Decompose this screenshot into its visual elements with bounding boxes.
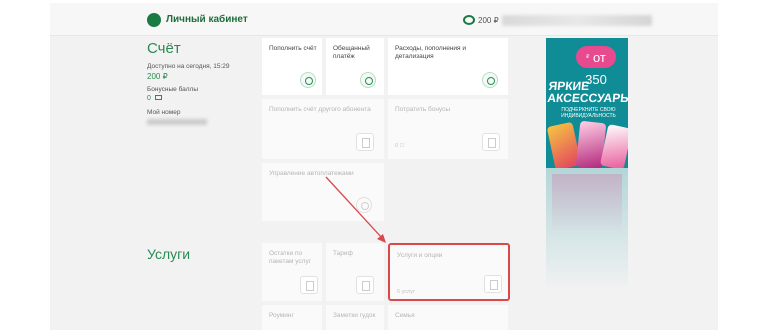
ad-title: ЯРКИЕ АКСЕССУАРЫ [546, 79, 628, 105]
ad-price-currency: ₽ [586, 54, 590, 60]
ad-banner[interactable]: ₽ от 350 ЯРКИЕ АКСЕССУАРЫ ПОДЧЕРКНИТЕ СВ… [546, 38, 628, 330]
ad-subtitle: ПОДЧЕРКНИТЕ СВОЮ ИНДИВИДУАЛЬНОСТЬ [561, 107, 616, 119]
ad-reflection [546, 168, 628, 330]
ad-price-badge: ₽ от 350 [576, 46, 616, 87]
ad-banner-image[interactable]: ₽ от 350 ЯРКИЕ АКСЕССУАРЫ ПОДЧЕРКНИТЕ СВ… [546, 38, 628, 168]
page-frame: Личный кабинет 200 ₽ Счёт Доступно на се… [50, 3, 718, 330]
